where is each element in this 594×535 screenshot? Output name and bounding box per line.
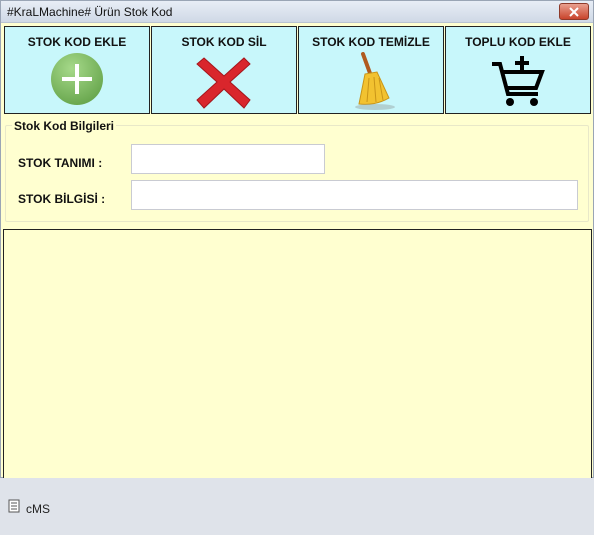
stok-kod-ekle-label: STOK KOD EKLE xyxy=(27,35,127,49)
title-bar: #KraLMachine# Ürün Stok Kod xyxy=(1,1,593,23)
stok-kod-sil-label: STOK KOD SİL xyxy=(181,35,267,49)
stok-kod-ekle-button[interactable]: STOK KOD EKLE xyxy=(4,26,150,114)
toplu-kod-ekle-button[interactable]: TOPLU KOD EKLE xyxy=(445,26,591,114)
main-window: #KraLMachine# Ürün Stok Kod STOK KOD EKL… xyxy=(0,0,594,479)
stok-bilgisi-label: STOK BİLGİSİ : xyxy=(18,192,106,206)
stok-bilgisi-input[interactable] xyxy=(131,180,578,210)
broom-icon xyxy=(355,52,395,110)
plus-circle-icon xyxy=(51,53,103,105)
window-title: #KraLMachine# Ürün Stok Kod xyxy=(7,5,173,19)
stok-kod-list-panel[interactable] xyxy=(3,229,592,479)
stok-kod-sil-button[interactable]: STOK KOD SİL xyxy=(151,26,297,114)
stok-kod-temizle-label: STOK KOD TEMİZLE xyxy=(312,35,430,49)
status-bar: cMS xyxy=(0,478,594,535)
close-button[interactable] xyxy=(559,3,589,20)
toolbar: STOK KOD EKLE STOK KOD SİL STOK KOD TEMİ… xyxy=(1,23,593,117)
red-x-icon xyxy=(196,57,251,109)
close-icon xyxy=(569,6,579,17)
stok-tanimi-label: STOK TANIMI : xyxy=(18,156,103,170)
stok-tanimi-input[interactable] xyxy=(131,144,325,174)
status-text: cMS xyxy=(26,502,50,516)
group-title: Stok Kod Bilgileri xyxy=(12,119,117,133)
grip-icon xyxy=(8,499,20,513)
cart-plus-icon xyxy=(492,56,545,106)
stok-kod-temizle-button[interactable]: STOK KOD TEMİZLE xyxy=(298,26,444,114)
toplu-kod-ekle-label: TOPLU KOD EKLE xyxy=(465,35,571,49)
